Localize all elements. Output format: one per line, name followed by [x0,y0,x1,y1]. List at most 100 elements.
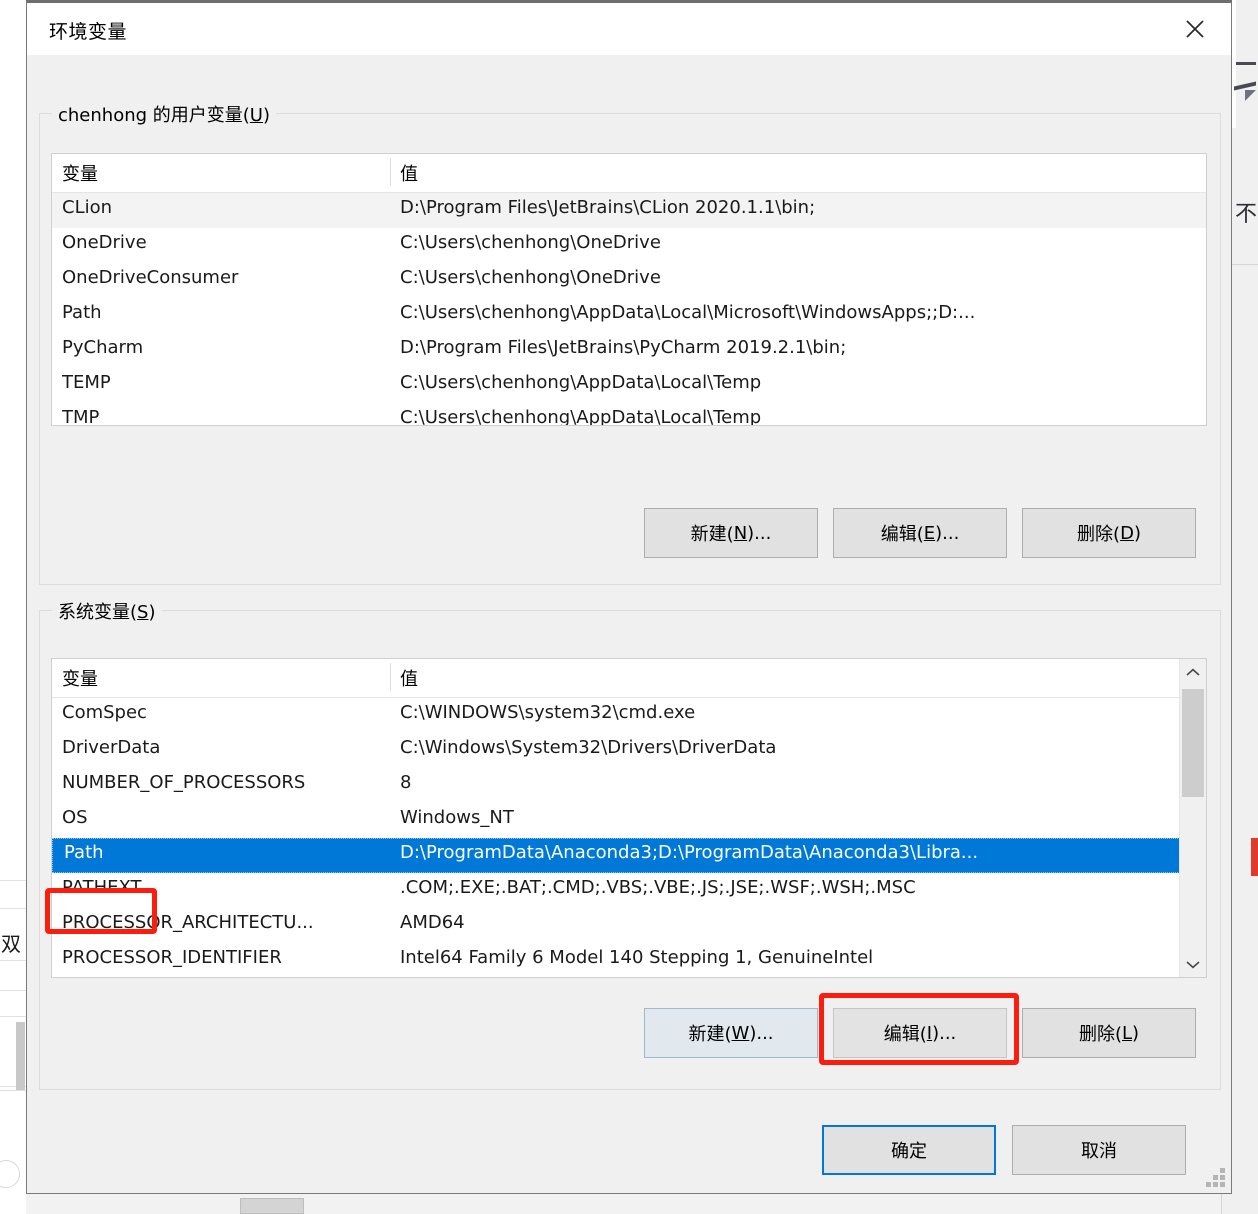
environment-variables-dialog: 环境变量 chenhong 的用户变量(U) 变量 值 CLion D:\Pro… [26,0,1232,1194]
user-row-name: PyCharm [62,337,144,358]
background-left-scrollbar [16,1022,25,1090]
system-variables-legend-prefix: 系统变量( [58,602,138,623]
user-delete-label-prefix: 删除( [1077,524,1121,545]
ok-button[interactable]: 确定 [822,1125,996,1175]
system-row-value: Intel64 Family 6 Model 140 Stepping 1, G… [400,947,874,968]
system-new-button[interactable]: 新建(W)... [644,1008,818,1058]
user-row-value: C:\Users\chenhong\AppData\Local\Microsof… [400,302,976,323]
system-edit-label-suffix: )... [932,1022,957,1044]
system-row-value: .COM;.EXE;.BAT;.CMD;.VBS;.VBE;.JS;.JSE;.… [400,877,916,898]
table-row[interactable]: DriverData C:\Windows\System32\Drivers\D… [52,733,1206,768]
background-taskbar-item [240,1198,304,1214]
system-variables-legend: 系统变量(S) [52,598,162,624]
system-edit-label-prefix: 编辑( [883,1024,927,1045]
resize-grip[interactable] [1205,1167,1225,1187]
user-variables-legend-suffix: ) [262,105,271,126]
user-row-value: C:\Users\chenhong\AppData\Local\Temp [400,372,762,393]
chevron-up-icon[interactable] [1180,659,1206,685]
user-row-value: D:\Program Files\JetBrains\PyCharm 2019.… [400,337,847,358]
scrollbar-thumb[interactable] [1182,689,1204,797]
user-edit-label-accel: E [923,522,936,544]
cancel-button[interactable]: 取消 [1012,1125,1186,1175]
table-row[interactable]: OneDriveConsumer C:\Users\chenhong\OneDr… [52,263,1206,298]
system-list-header: 变量 值 [52,659,1206,698]
user-column-header-value: 值 [400,164,418,185]
table-row[interactable]: PROCESSOR_IDENTIFIER Intel64 Family 6 Mo… [52,943,1206,977]
user-variables-legend-prefix: chenhong 的用户变量( [58,105,250,126]
system-delete-button[interactable]: 删除(L) [1022,1008,1196,1058]
system-column-header-name: 变量 [62,669,98,690]
user-row-name: Path [62,302,102,323]
system-variables-list[interactable]: 变量 值 ComSpec C:\WINDOWS\system32\cmd.exe… [51,658,1207,978]
system-variables-legend-accel: S [137,602,149,623]
table-row[interactable]: NUMBER_OF_PROCESSORS 8 [52,768,1206,803]
background-line-icon [1236,62,1256,65]
system-list-scrollbar[interactable] [1179,659,1206,977]
user-row-name: OneDrive [62,232,147,253]
user-row-name: TEMP [62,372,111,393]
user-delete-label-accel: D [1120,522,1134,544]
user-row-value: D:\Program Files\JetBrains\CLion 2020.1.… [400,197,816,218]
table-row[interactable]: CLion D:\Program Files\JetBrains\CLion 2… [52,193,1206,228]
table-row[interactable]: TEMP C:\Users\chenhong\AppData\Local\Tem… [52,368,1206,403]
table-row[interactable]: OS Windows_NT [52,803,1206,838]
user-delete-button[interactable]: 删除(D) [1022,508,1196,558]
system-delete-label-prefix: 删除( [1078,1024,1122,1045]
system-path-row-name: Path [64,842,104,863]
background-right-glyph: 不 [1234,202,1257,227]
user-variables-list[interactable]: 变量 值 CLion D:\Program Files\JetBrains\CL… [51,153,1207,426]
system-row-value: Windows_NT [400,807,514,828]
user-row-value: C:\Users\chenhong\AppData\Local\Temp [400,407,762,426]
system-variables-legend-suffix: ) [148,602,156,623]
user-new-label-suffix: )... [747,522,772,544]
system-new-label-accel: W [731,1022,750,1044]
user-edit-button[interactable]: 编辑(E)... [833,508,1007,558]
user-column-header-name: 变量 [62,164,98,185]
user-new-button[interactable]: 新建(N)... [644,508,818,558]
table-row[interactable]: Path C:\Users\chenhong\AppData\Local\Mic… [52,298,1206,333]
system-row-name: ComSpec [62,702,147,723]
chevron-down-icon[interactable] [1180,951,1206,977]
background-red-marker [1251,838,1258,876]
system-delete-label-suffix: ) [1132,1022,1140,1044]
system-row-name: PATHEXT [62,877,142,898]
system-column-divider [390,663,391,691]
system-list-rows: ComSpec C:\WINDOWS\system32\cmd.exe Driv… [52,698,1206,977]
table-row[interactable]: OneDrive C:\Users\chenhong\OneDrive [52,228,1206,263]
user-row-value: C:\Users\chenhong\OneDrive [400,267,661,288]
system-path-row-value: D:\ProgramData\Anaconda3;D:\ProgramData\… [400,842,979,863]
user-variables-legend: chenhong 的用户变量(U) [52,101,277,127]
table-row[interactable]: PATHEXT .COM;.EXE;.BAT;.CMD;.VBS;.VBE;.J… [52,873,1206,908]
dialog-body: chenhong 的用户变量(U) 变量 值 CLion D:\Program … [27,55,1231,1193]
system-new-label-suffix: )... [749,1022,774,1044]
system-row-name: PROCESSOR_IDENTIFIER [62,947,282,968]
table-row[interactable]: PyCharm D:\Program Files\JetBrains\PyCha… [52,333,1206,368]
user-edit-label-suffix: )... [935,522,960,544]
system-edit-button[interactable]: 编辑(I)... [833,1008,1007,1058]
system-row-name: NUMBER_OF_PROCESSORS [62,772,306,793]
system-path-row[interactable]: Path D:\ProgramData\Anaconda3;D:\Program… [52,838,1206,873]
user-row-name: CLion [62,197,113,218]
user-row-name: TMP [62,407,100,426]
system-row-name: DriverData [62,737,161,758]
system-delete-label-accel: L [1121,1022,1133,1044]
user-new-label-prefix: 新建( [690,524,734,545]
user-list-header: 变量 值 [52,154,1206,193]
system-row-value: C:\Windows\System32\Drivers\DriverData [400,737,777,758]
system-row-value: AMD64 [400,912,465,933]
dialog-titlebar[interactable]: 环境变量 [27,3,1231,56]
user-variables-legend-accel: U [249,105,263,126]
system-row-name: PROCESSOR_ARCHITECTU... [62,912,314,933]
user-row-value: C:\Users\chenhong\OneDrive [400,232,661,253]
user-column-divider [390,158,391,186]
background-left-glyph: 双 [1,932,21,956]
system-row-value: C:\WINDOWS\system32\cmd.exe [400,702,696,723]
table-row[interactable]: TMP C:\Users\chenhong\AppData\Local\Temp [52,403,1206,426]
user-delete-label-suffix: ) [1133,522,1141,544]
close-icon[interactable] [1159,3,1231,55]
table-row[interactable]: ComSpec C:\WINDOWS\system32\cmd.exe [52,698,1206,733]
user-new-label-accel: N [733,522,748,544]
system-column-header-value: 值 [400,669,418,690]
system-row-name: OS [62,807,88,828]
table-row[interactable]: PROCESSOR_ARCHITECTU... AMD64 [52,908,1206,943]
